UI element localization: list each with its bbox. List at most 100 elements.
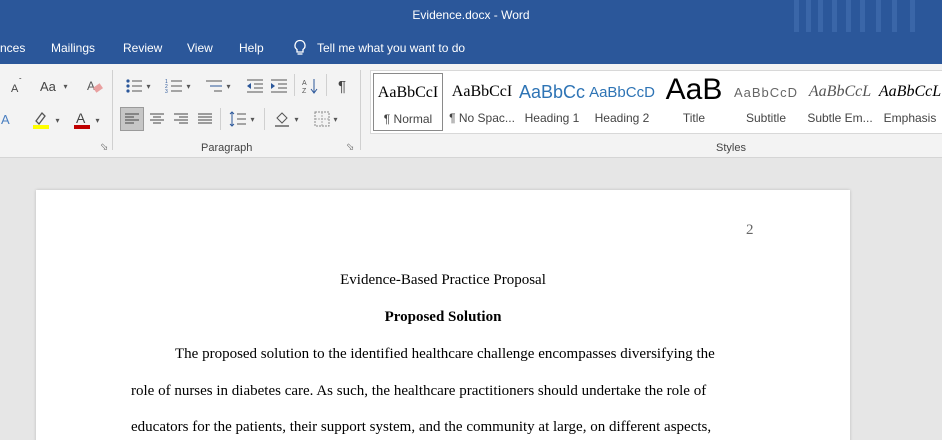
paragraph-dialog-launcher[interactable]: ⬂ [346, 142, 354, 153]
bullet-list-icon [126, 79, 143, 93]
svg-text:A: A [11, 83, 19, 94]
align-right-icon [174, 113, 188, 124]
paragraph-group-label: Paragraph [201, 142, 253, 154]
change-case-button[interactable]: Aa ▾ [38, 76, 70, 96]
lightbulb-icon [294, 39, 306, 55]
style-name: ¶ No Spac... [449, 111, 515, 125]
clear-formatting-button[interactable]: A [84, 76, 106, 96]
tab-view[interactable]: View [187, 41, 213, 55]
highlighter-icon [33, 112, 50, 129]
svg-text:Aa: Aa [40, 79, 57, 94]
borders-button[interactable]: ▾ [308, 108, 344, 130]
font-dialog-launcher[interactable]: ⬂ [100, 142, 108, 153]
justify-button[interactable] [194, 108, 216, 130]
multilevel-list-button[interactable]: ▾ [200, 76, 236, 96]
ribbon-separator [294, 74, 295, 96]
svg-text:Z: Z [302, 88, 307, 95]
font-color-button[interactable]: A ▾ [68, 108, 104, 132]
ribbon: Aˇ Aa ▾ A A ▾ A ▾ ▾ 1 2 3 ▾ ▾ A Z ¶ ▾ ▾ … [0, 64, 942, 158]
style-name: Heading 1 [524, 111, 580, 125]
style-heading-1[interactable]: AaBbCc Heading 1 [519, 73, 585, 131]
svg-text:A: A [1, 112, 10, 127]
line-spacing-icon [230, 111, 247, 127]
svg-text:A: A [76, 110, 86, 126]
numbering-button[interactable]: 1 2 3 ▾ [160, 76, 196, 96]
sort-icon: AZ [302, 79, 318, 95]
show-formatting-marks-button[interactable]: ¶ [332, 76, 352, 96]
highlight-color-button[interactable]: ▾ [26, 108, 64, 132]
svg-text:3: 3 [165, 89, 168, 94]
ribbon-separator [360, 70, 361, 150]
tab-help[interactable]: Help [239, 41, 264, 55]
style-no-spacing[interactable]: AaBbCcI ¶ No Spac... [447, 73, 517, 131]
title-bar-decoration [792, 0, 942, 32]
shrink-font-button[interactable]: Aˇ [4, 76, 28, 96]
increase-indent-icon [271, 79, 287, 93]
align-left-button[interactable] [120, 107, 144, 131]
font-size-decrease-icon: Aˇ [11, 78, 22, 94]
shading-button[interactable]: ▾ [268, 108, 304, 130]
text-effects-icon: A [1, 112, 10, 127]
style-sample: AaBbCcL [878, 83, 942, 100]
multilevel-list-icon [206, 80, 223, 92]
styles-group-label: Styles [716, 142, 746, 154]
borders-icon [314, 111, 330, 127]
svg-text:ˇ: ˇ [19, 78, 22, 86]
paint-bucket-icon [275, 112, 290, 127]
ribbon-tabs: nces Mailings Review View Help Tell me w… [0, 32, 942, 64]
document-area[interactable]: 2 Evidence-Based Practice Proposal Propo… [0, 158, 942, 440]
ribbon-separator [220, 108, 221, 130]
tab-review[interactable]: Review [123, 41, 162, 55]
style-name: Heading 2 [594, 111, 650, 125]
style-sample: AaBbCcD [733, 85, 799, 100]
section-heading: Proposed Solution [384, 309, 502, 325]
bullets-button[interactable]: ▾ [120, 76, 156, 96]
tab-mailings[interactable]: Mailings [51, 41, 95, 55]
align-center-button[interactable] [146, 108, 168, 130]
align-right-button[interactable] [170, 108, 192, 130]
style-name: Subtitle [745, 111, 787, 125]
style-name: Subtle Em... [807, 111, 873, 125]
pilcrow-icon: ¶ [337, 77, 347, 95]
style-name: Emphasis [883, 111, 937, 125]
text-effects-button[interactable]: A [0, 108, 14, 130]
style-title[interactable]: AaB Title [659, 73, 729, 131]
style-sample: AaBbCc [519, 82, 585, 102]
ribbon-separator [112, 70, 113, 150]
numbered-list-icon: 123 [165, 79, 183, 94]
justify-icon [198, 113, 212, 124]
tell-me-label: Tell me what you want to do [317, 41, 466, 55]
style-sample: AaBbCcI [377, 84, 439, 101]
title-bar: Evidence.docx - Word [0, 0, 942, 32]
tab-references[interactable]: nces [0, 41, 25, 55]
clear-formatting-icon: A [87, 79, 103, 93]
sort-button[interactable]: AZ [300, 76, 322, 96]
decrease-indent-icon [247, 79, 263, 93]
align-center-icon [150, 113, 164, 124]
style-subtitle[interactable]: AaBbCcD Subtitle [733, 73, 799, 131]
decrease-indent-button[interactable] [244, 76, 266, 96]
tell-me-search[interactable]: Tell me what you want to do [292, 39, 465, 57]
page-number: 2 [746, 222, 754, 238]
style-heading-2[interactable]: AaBbCcD Heading 2 [589, 73, 655, 131]
font-color-icon: A [74, 110, 91, 129]
style-emphasis[interactable]: AaBbCcL Emphasis [877, 73, 942, 131]
word-window: Evidence.docx - Word nces Mailings Revie… [0, 0, 942, 440]
change-case-icon: Aa [40, 79, 57, 94]
svg-text:A: A [302, 80, 307, 87]
svg-text:A: A [87, 79, 95, 93]
ribbon-separator [264, 108, 265, 130]
style-sample: AaB [665, 73, 723, 106]
style-subtle-emphasis[interactable]: AaBbCcL Subtle Em... [805, 73, 875, 131]
line-spacing-button[interactable]: ▾ [224, 108, 260, 130]
body-line: educators for the patients, their suppor… [131, 419, 712, 435]
style-normal[interactable]: AaBbCcI ¶ Normal [373, 73, 443, 131]
body-line: The proposed solution to the identified … [175, 346, 715, 362]
increase-indent-button[interactable] [268, 76, 290, 96]
style-name: ¶ Normal [383, 112, 433, 126]
document-page[interactable]: 2 Evidence-Based Practice Proposal Propo… [36, 190, 850, 440]
body-line: role of nurses in diabetes care. As such… [131, 383, 707, 399]
style-sample: AaBbCcL [808, 83, 872, 100]
styles-gallery: AaBbCcI ¶ Normal AaBbCcI ¶ No Spac... Aa… [370, 70, 942, 134]
style-name: Title [682, 111, 706, 125]
